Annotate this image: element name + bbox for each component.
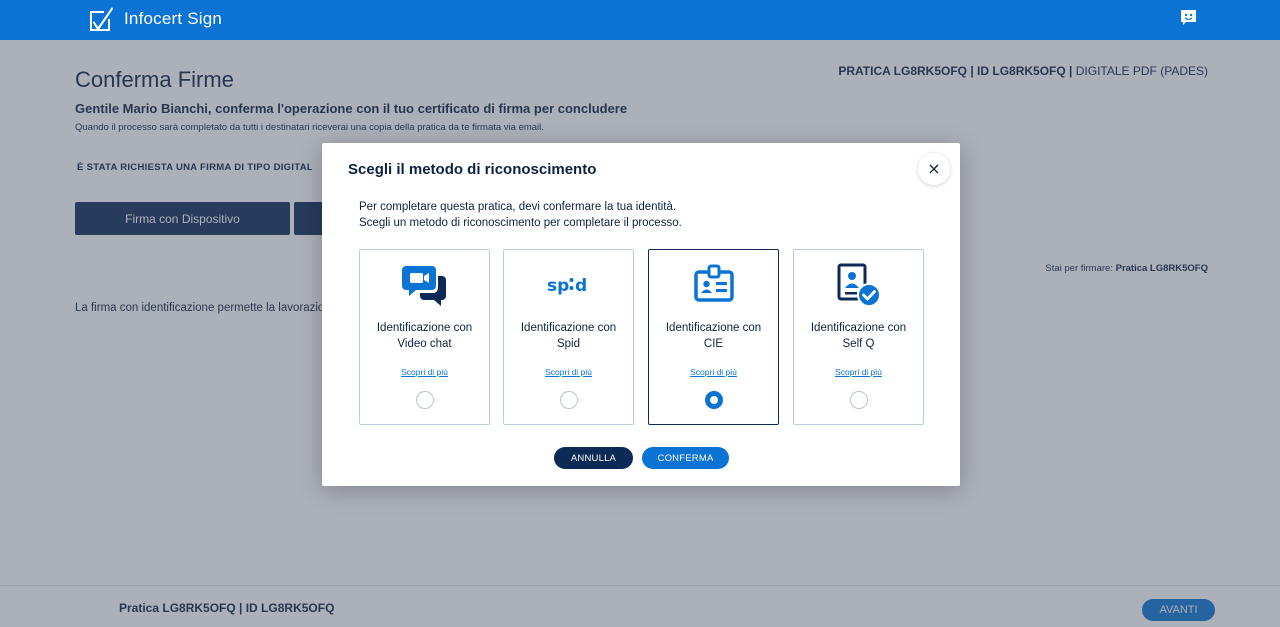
dialog-description-line-2: Scegli un metodo di riconoscimento per c… <box>359 217 682 229</box>
method-label: Identificazione con Spid <box>520 322 617 350</box>
dialog-description-line-1: Per completare questa pratica, devi conf… <box>359 201 677 213</box>
close-dialog-button[interactable]: × <box>918 153 950 185</box>
learn-more-link[interactable]: Scopri di più <box>794 367 923 377</box>
brand-name: Infocert Sign <box>124 9 223 28</box>
dialog-title: Scegli il metodo di riconoscimento <box>348 161 597 178</box>
method-radio[interactable] <box>560 391 578 409</box>
learn-more-link[interactable]: Scopri di più <box>360 367 489 377</box>
method-label: Identificazione con Self Q <box>810 322 907 350</box>
method-card-self-q[interactable]: Identificazione con Self Q Scopri di più <box>793 249 924 425</box>
logo-icon <box>90 7 113 31</box>
confirm-button[interactable]: CONFERMA <box>642 447 729 469</box>
learn-more-link[interactable]: Scopri di più <box>504 367 633 377</box>
method-label: Identificazione con CIE <box>665 322 762 350</box>
method-label: Identificazione con Video chat <box>376 322 473 350</box>
method-card-cie[interactable]: Identificazione con CIE Scopri di più <box>648 249 779 425</box>
svg-text:d: d <box>575 276 587 296</box>
svg-text:sp: sp <box>547 276 569 296</box>
support-chat-icon[interactable] <box>1180 9 1197 26</box>
method-radio-selected[interactable] <box>705 391 723 409</box>
top-bar: Infocert Sign <box>0 0 1280 40</box>
method-radio[interactable] <box>416 391 434 409</box>
identification-method-dialog: Scegli il metodo di riconoscimento × Per… <box>322 143 960 486</box>
document-check-icon <box>837 263 881 307</box>
method-card-video-chat[interactable]: Identificazione con Video chat Scopri di… <box>359 249 490 425</box>
id-card-icon <box>693 264 734 302</box>
spid-icon: sp d <box>547 276 587 296</box>
learn-more-link[interactable]: Scopri di più <box>649 367 778 377</box>
cancel-button[interactable]: ANNULLA <box>554 447 633 469</box>
method-card-spid[interactable]: sp d Identificazione con Spid Scopri di … <box>503 249 634 425</box>
video-chat-icon <box>401 266 446 306</box>
method-radio[interactable] <box>850 391 868 409</box>
